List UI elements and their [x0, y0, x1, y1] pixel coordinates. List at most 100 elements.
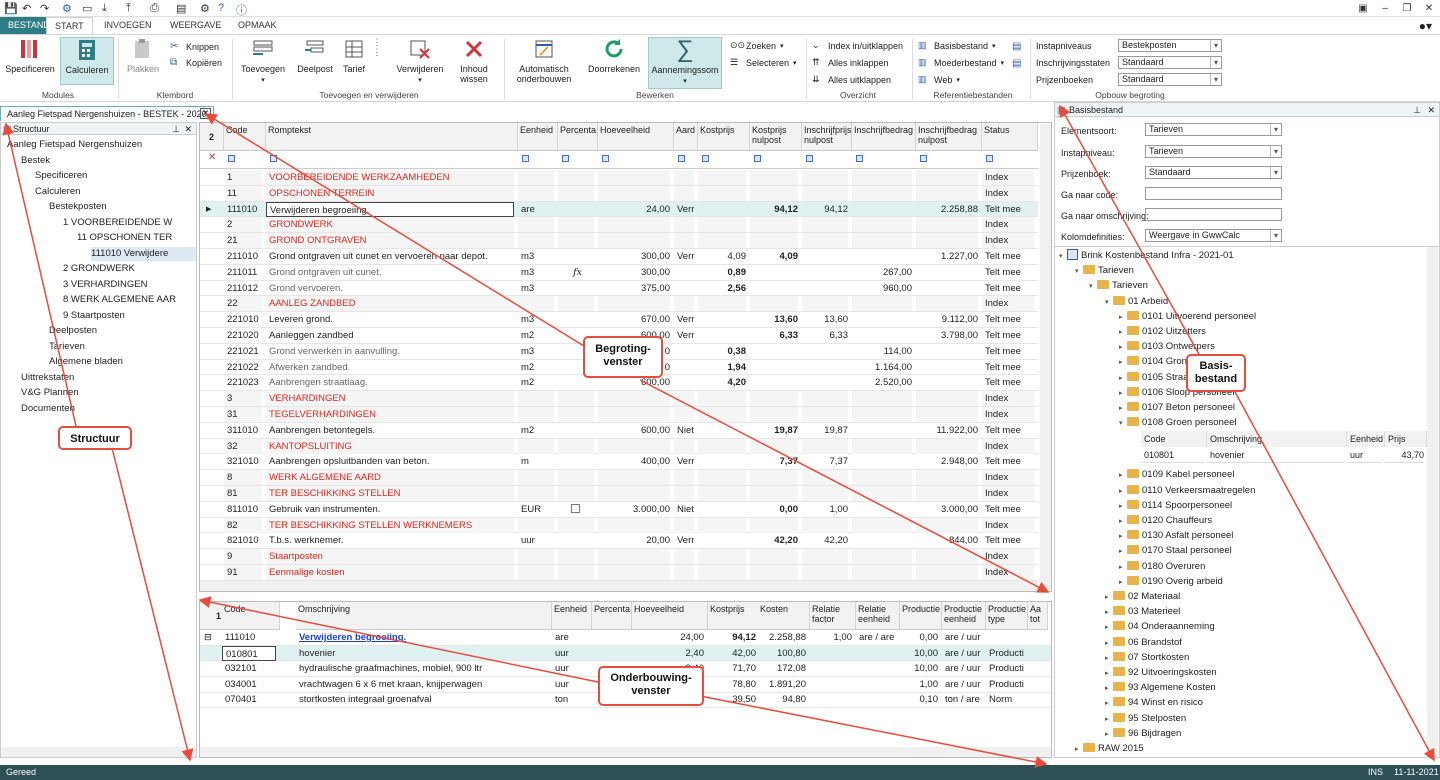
filter-icon[interactable] — [920, 155, 927, 162]
basis-item[interactable]: ▸ 0130 Asfalt personeel — [1119, 529, 1425, 543]
web-button[interactable]: ▥ Web ▾ — [918, 74, 960, 85]
grid-row[interactable]: 321010 Aanbrengen opsluitbanden van beton… — [200, 454, 1038, 471]
grid-row[interactable]: 211010 Grond ontgraven uit cunet en vervo… — [200, 249, 1038, 265]
basis-sub-cell[interactable]: 43,70 — [1385, 448, 1424, 464]
expand-icon[interactable]: ▾ — [1089, 280, 1097, 293]
structure-item[interactable]: 8 WERK ALGEMENE AAR — [63, 293, 196, 307]
basis-item[interactable]: ▸ 0101 Uitvoerend personeel — [1119, 310, 1425, 324]
basis-scrollbar[interactable] — [1427, 247, 1438, 757]
basis-item[interactable]: ▾ Tarieven — [1089, 279, 1425, 293]
structure-item[interactable]: 2 GRONDWERK — [63, 262, 196, 276]
filter-icon[interactable] — [856, 155, 863, 162]
basis-item[interactable]: ▸ 0107 Beton personeel — [1119, 401, 1425, 415]
sub-header-2[interactable]: Eenheid — [552, 602, 592, 630]
expand-icon[interactable]: ▸ — [1105, 728, 1113, 741]
user-icon[interactable]: ●▾ — [1419, 19, 1432, 33]
sub-hscroll[interactable] — [200, 747, 1051, 757]
structure-item[interactable]: Tarieven — [49, 340, 196, 354]
basis-item[interactable]: ▸ 04 Onderaanneming — [1105, 620, 1425, 634]
reference-icon-2[interactable]: ▤ — [1012, 58, 1021, 69]
grid-header-10[interactable]: Inschrijfbedrag nulpost — [916, 123, 982, 151]
grid-row[interactable]: 311010 Aanbrengen betontegels. m2 600,00 Nie… — [200, 423, 1038, 439]
aannemingssom-button[interactable]: ∑ Aannemingssom ▾ — [648, 37, 722, 89]
grid-header-3[interactable]: Percenta — [558, 123, 598, 151]
minimize-icon[interactable]: – — [1374, 0, 1396, 17]
sub-header-1[interactable]: Omschrijving — [296, 602, 552, 630]
save-icon[interactable]: 💾 — [4, 2, 18, 15]
expand-icon[interactable]: ▸ — [1105, 713, 1113, 726]
basis-sub-cell[interactable]: uur — [1347, 448, 1382, 464]
upload-icon[interactable]: ⤒ — [126, 2, 131, 15]
filter-icon[interactable] — [562, 155, 569, 162]
grid-row[interactable]: 3 VERHARDINGEN Index — [200, 391, 1038, 407]
filter-icon[interactable] — [228, 155, 235, 162]
filter-icon[interactable] — [678, 155, 685, 162]
download-icon[interactable]: ⤓ — [102, 2, 107, 15]
basis-item[interactable]: ▸ 0180 Overuren — [1119, 560, 1425, 574]
expand-icon[interactable]: ▸ — [1119, 341, 1127, 354]
close-structure-icon[interactable]: ✕ — [184, 123, 192, 135]
inhoud-wissen-button[interactable]: Inhoud wissen — [450, 37, 498, 89]
grid-scrollbar[interactable] — [1040, 124, 1051, 590]
expand-icon[interactable]: ▸ — [1119, 576, 1127, 589]
basis-item[interactable]: ▸ 0120 Chauffeurs — [1119, 514, 1425, 528]
expand-icon[interactable]: ▸ — [1105, 621, 1113, 634]
structure-item[interactable]: Deelposten — [49, 324, 196, 338]
kopieren-button[interactable]: ⧉ Kopiëren — [170, 57, 222, 68]
sub-header-9[interactable]: Productie — [900, 602, 942, 630]
basisbestand-button[interactable]: ▥ Basisbestand ▾ — [918, 40, 996, 51]
expand-icon[interactable]: ▸ — [1119, 500, 1127, 513]
sub-header-4[interactable]: Hoeveelheid — [632, 602, 708, 630]
print-icon[interactable]: ⎙ — [150, 2, 159, 15]
structure-item[interactable]: Algemene bladen — [49, 355, 196, 369]
zoeken-button[interactable]: ⊙⊙ Zoeken ▾ — [730, 40, 784, 51]
basis-item[interactable]: ▾ 01 Arbeid — [1105, 295, 1425, 309]
expand-icon[interactable]: ▸ — [1105, 637, 1113, 650]
grid-row[interactable]: 11 OPSCHONEN TERREIN Index — [200, 185, 1038, 202]
prijzenboeken-select[interactable]: Standaard — [1118, 73, 1222, 86]
structure-item[interactable]: Specificeren — [35, 169, 196, 183]
grid-row[interactable]: 22 AANLEG ZANDBED Index — [200, 296, 1038, 313]
grid-row[interactable]: 81 TER BESCHIKKING STELLEN Index — [200, 486, 1038, 502]
basis-item[interactable]: ▸ 0104 Grondwerkers — [1119, 355, 1425, 369]
tab-invoegen[interactable]: INVOEGEN — [96, 17, 160, 34]
grid-header-4[interactable]: Hoeveelheid — [598, 123, 674, 151]
grid-header-0[interactable]: Code — [224, 123, 266, 151]
sub-row[interactable]: ⊟ 111010 Verwijderen begroeiing. are 24,00 94… — [200, 630, 1051, 646]
grid-row[interactable]: 1 VOORBEREIDENDE WERKZAAMHEDEN Index — [200, 170, 1038, 186]
structure-item[interactable]: 9 Staartposten — [63, 309, 196, 323]
basis-item[interactable]: ▸ 0170 Staal personeel — [1119, 544, 1425, 558]
close-icon[interactable]: ✕ — [200, 108, 211, 119]
grid-row[interactable]: 32 KANTOPSLUITING Index — [200, 438, 1038, 455]
basis-item[interactable]: ▸ 03 Materieel — [1105, 605, 1425, 619]
expand-icon[interactable]: ▸ — [1119, 311, 1127, 324]
automatisch-onderbouwen-button[interactable]: Automatisch onderbouwen — [510, 37, 578, 89]
grid-header-11[interactable]: Status — [982, 123, 1038, 151]
filter-icon[interactable] — [806, 155, 813, 162]
collapse-icon[interactable]: ⊟ — [204, 630, 214, 645]
basis-item[interactable]: ▸ 95 Stelposten — [1105, 712, 1425, 726]
grid-header-9[interactable]: Inschrijfbedrag — [852, 123, 916, 151]
sub-header-3[interactable]: Percenta — [592, 602, 632, 630]
expand-icon[interactable]: ▸ — [1119, 326, 1127, 339]
tab-weergave[interactable]: WEERGAVE — [162, 17, 229, 34]
structure-item[interactable]: 11 OPSCHONEN TER — [77, 231, 196, 245]
checkbox[interactable] — [571, 503, 580, 513]
reference-icon-1[interactable]: ▤ — [1012, 41, 1021, 52]
new-icon[interactable]: ▭ — [82, 2, 92, 15]
expand-icon[interactable]: ▾ — [1059, 250, 1067, 263]
basis-item[interactable]: ▸ 0109 Kabel personeel — [1119, 468, 1425, 482]
filter-icon[interactable] — [754, 155, 761, 162]
basis-item[interactable]: ▸ 93 Algemene Kosten — [1105, 681, 1425, 695]
undo-icon[interactable]: ↶ — [22, 2, 31, 15]
grid-header-1[interactable]: Romptekst — [266, 123, 518, 151]
expand-icon[interactable]: ▸ — [1119, 561, 1127, 574]
expand-icon[interactable]: ▾ — [1105, 296, 1113, 309]
structure-item[interactable]: 111010 Verwijdere — [91, 246, 196, 261]
expand-icon[interactable]: ▸ — [1075, 743, 1083, 756]
expand-icon[interactable]: ▸ — [1105, 667, 1113, 680]
grid-row[interactable]: 21 GROND ONTGRAVEN Index — [200, 233, 1038, 249]
calculeren-button[interactable]: Calculeren — [60, 37, 114, 85]
sub-header-5[interactable]: Kostprijs — [708, 602, 760, 630]
kolomdefinities-select[interactable]: Weergave in GwwCalc — [1145, 229, 1282, 242]
